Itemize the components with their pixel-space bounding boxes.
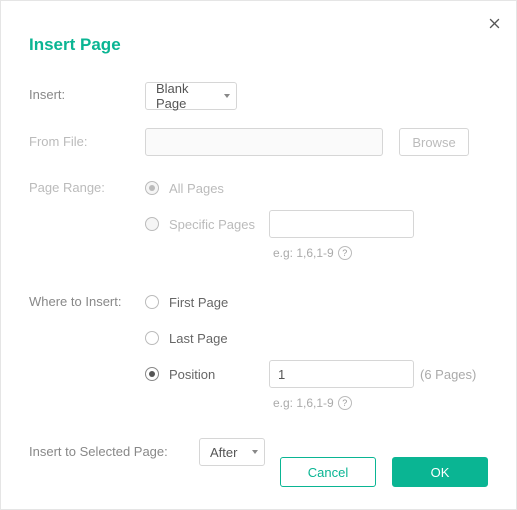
close-icon[interactable] — [486, 15, 502, 31]
radio-all-pages-label: All Pages — [169, 181, 224, 196]
radio-last-page[interactable] — [145, 331, 159, 345]
position-hint: e.g: 1,6,1-9 — [273, 396, 334, 410]
insert-select[interactable]: Blank Page — [145, 82, 237, 110]
radio-all-pages — [145, 181, 159, 195]
dialog-footer: Cancel OK — [280, 457, 488, 487]
radio-position[interactable] — [145, 367, 159, 381]
page-range-hint: e.g: 1,6,1-9 — [273, 246, 334, 260]
insert-to-selected-label: Insert to Selected Page: — [29, 438, 199, 459]
specific-pages-input — [269, 210, 414, 238]
cancel-button[interactable]: Cancel — [280, 457, 376, 487]
from-file-label: From File: — [29, 128, 145, 149]
page-range-label: Page Range: — [29, 174, 145, 195]
position-input[interactable] — [269, 360, 414, 388]
dialog-title: Insert Page — [29, 35, 488, 55]
insert-to-selected-value: After — [210, 445, 237, 460]
insert-page-dialog: Insert Page Insert: Blank Page From File… — [0, 0, 517, 510]
ok-button[interactable]: OK — [392, 457, 488, 487]
radio-specific-pages-label: Specific Pages — [169, 217, 269, 232]
radio-position-label: Position — [169, 367, 269, 382]
radio-specific-pages — [145, 217, 159, 231]
pages-note: (6 Pages) — [420, 367, 476, 382]
radio-first-page[interactable] — [145, 295, 159, 309]
where-to-insert-label: Where to Insert: — [29, 288, 145, 309]
insert-label: Insert: — [29, 81, 145, 102]
insert-to-selected-select[interactable]: After — [199, 438, 265, 466]
chevron-down-icon — [252, 450, 258, 454]
radio-last-page-label: Last Page — [169, 331, 228, 346]
insert-select-value: Blank Page — [156, 81, 214, 111]
help-icon[interactable]: ? — [338, 396, 352, 410]
from-file-input — [145, 128, 383, 156]
help-icon[interactable]: ? — [338, 246, 352, 260]
radio-first-page-label: First Page — [169, 295, 228, 310]
browse-button: Browse — [399, 128, 469, 156]
chevron-down-icon — [224, 94, 230, 98]
